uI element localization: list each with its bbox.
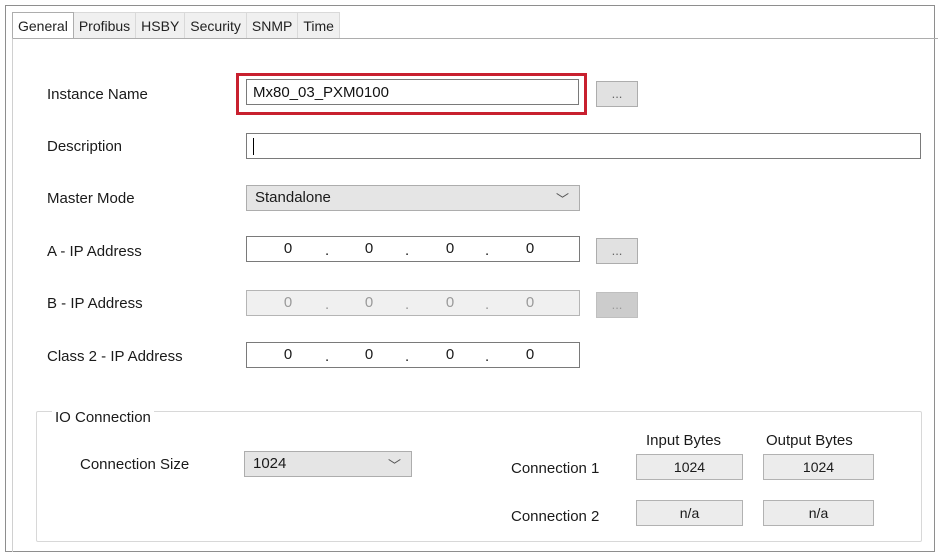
ip-separator: . [325, 242, 330, 259]
connection-1-input-bytes: 1024 [636, 454, 743, 480]
chevron-down-icon: ﹀ [387, 458, 401, 473]
instance-name-label: Instance Name [47, 86, 148, 103]
instance-name-browse-button[interactable]: ... [596, 81, 638, 107]
master-mode-value: Standalone [255, 189, 331, 206]
io-connection-title: IO Connection [52, 409, 154, 426]
ip-octet[interactable]: 0 [515, 240, 545, 257]
master-mode-dropdown[interactable]: Standalone ﹀ [246, 185, 580, 211]
b-ip-address-label: B - IP Address [47, 295, 143, 312]
a-ip-browse-button[interactable]: ... [596, 238, 638, 264]
connection-size-dropdown[interactable]: 1024 ﹀ [244, 451, 412, 477]
tab-security[interactable]: Security [185, 12, 247, 38]
ip-octet[interactable]: 0 [354, 240, 384, 257]
connection-1-output-bytes: 1024 [763, 454, 874, 480]
ip-octet[interactable]: 0 [515, 346, 545, 363]
connection-size-value: 1024 [253, 455, 287, 472]
b-ip-browse-button: ... [596, 292, 638, 318]
connection-1-label: Connection 1 [511, 460, 600, 477]
description-input[interactable] [246, 133, 921, 159]
instance-name-input[interactable] [246, 79, 579, 105]
master-mode-label: Master Mode [47, 190, 135, 207]
connection-2-input-bytes: n/a [636, 500, 743, 526]
output-bytes-header: Output Bytes [766, 432, 853, 449]
connection-size-label: Connection Size [80, 456, 190, 473]
b-ip-address-input: 0 . 0 . 0 . 0 [246, 290, 580, 316]
tab-profibus[interactable]: Profibus [73, 12, 137, 38]
ip-separator: . [325, 296, 330, 313]
ip-octet: 0 [283, 294, 293, 311]
connection-2-label: Connection 2 [511, 508, 600, 525]
text-caret [253, 138, 254, 155]
tab-time[interactable]: Time [298, 12, 340, 38]
description-label: Description [47, 138, 123, 155]
chevron-down-icon: ﹀ [555, 192, 569, 207]
ip-separator: . [405, 242, 410, 259]
ip-separator: . [485, 296, 490, 313]
ip-separator: . [325, 348, 330, 365]
ip-octet: 0 [525, 294, 535, 311]
ip-octet: 0 [445, 294, 455, 311]
class2-ip-address-input[interactable]: 0 . 0 . 0 . 0 [246, 342, 580, 368]
ip-octet: 0 [364, 294, 374, 311]
input-bytes-header: Input Bytes [646, 432, 722, 449]
tab-snmp[interactable]: SNMP [246, 12, 299, 38]
class2-ip-address-label: Class 2 - IP Address [47, 348, 183, 365]
ip-separator: . [405, 348, 410, 365]
ip-octet[interactable]: 0 [354, 346, 384, 363]
tab-hsby[interactable]: HSBY [136, 12, 186, 38]
ip-octet[interactable]: 0 [435, 346, 465, 363]
a-ip-address-label: A - IP Address [47, 243, 142, 260]
ip-octet[interactable]: 0 [273, 240, 303, 257]
tab-strip: General Profibus HSBY Security SNMP Time [12, 12, 340, 39]
ip-octet[interactable]: 0 [273, 346, 303, 363]
tab-general[interactable]: General [12, 12, 74, 39]
ip-octet[interactable]: 0 [435, 240, 465, 257]
ip-separator: . [405, 296, 410, 313]
ip-separator: . [485, 242, 490, 259]
connection-2-output-bytes: n/a [763, 500, 874, 526]
a-ip-address-input[interactable]: 0 . 0 . 0 . 0 [246, 236, 580, 262]
ip-separator: . [485, 348, 490, 365]
